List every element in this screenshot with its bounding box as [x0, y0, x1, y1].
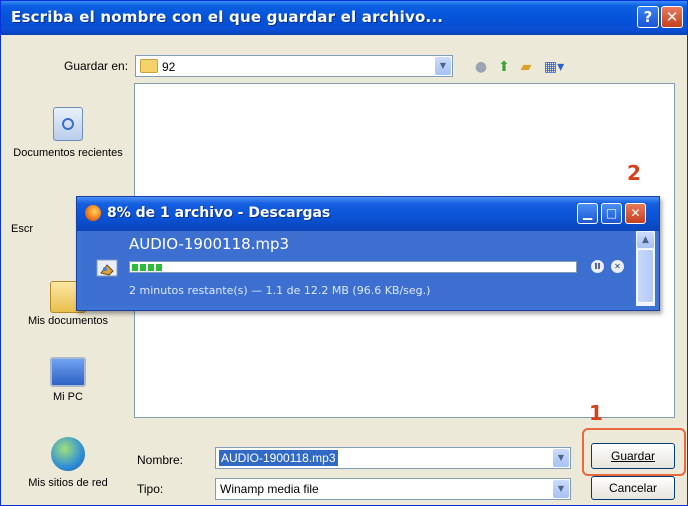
save-button[interactable]: Guardar	[591, 443, 675, 469]
progress-segment	[140, 264, 146, 271]
help-button[interactable]: ?	[637, 6, 659, 28]
minimize-button[interactable]: ▁	[577, 203, 598, 224]
my-computer-icon	[50, 357, 86, 387]
filetype-select[interactable]: Winamp media file ▼	[215, 478, 571, 500]
downloads-window: 8% de 1 archivo - Descargas ▁ □ ✕ AUDIO-…	[76, 196, 660, 311]
save-in-combo[interactable]: 92 ▼	[135, 55, 453, 77]
place-label: Mis documentos	[27, 315, 109, 327]
save-in-label: Guardar en:	[64, 59, 129, 73]
downloads-title: 8% de 1 archivo - Descargas	[107, 205, 331, 221]
download-item[interactable]: AUDIO-1900118.mp3 II ✕ 2 minutos restant…	[81, 231, 634, 306]
folder-icon	[140, 59, 158, 73]
annotation-marker-1: 1	[589, 401, 603, 425]
recent-documents-icon	[53, 107, 83, 141]
scroll-thumb[interactable]	[637, 249, 654, 303]
download-status: 2 minutos restante(s) — 1.1 de 12.2 MB (…	[129, 284, 431, 297]
download-file-name: AUDIO-1900118.mp3	[129, 235, 290, 253]
progress-segment	[148, 264, 154, 271]
place-label: Mi PC	[53, 391, 83, 403]
audio-file-icon	[96, 259, 118, 277]
place-my-computer[interactable]: Mi PC	[9, 357, 127, 403]
download-progress-bar	[129, 261, 577, 273]
place-network[interactable]: Mis sitios de red	[9, 437, 127, 489]
firefox-icon	[85, 205, 101, 221]
filetype-label: Tipo:	[137, 482, 164, 496]
save-in-value: 92	[140, 59, 175, 74]
progress-segment	[132, 264, 138, 271]
filename-input[interactable]: AUDIO-1900118.mp3 ▼	[215, 447, 571, 469]
dialog-titlebar[interactable]: Escriba el nombre con el que guardar el …	[1, 1, 687, 35]
maximize-button[interactable]: □	[601, 203, 622, 224]
save-in-folder-name: 92	[162, 60, 176, 74]
close-button[interactable]: ✕	[625, 203, 646, 224]
cancel-button[interactable]: Cancelar	[591, 476, 675, 500]
back-icon[interactable]: ●	[472, 58, 490, 76]
place-label: Documentos recientes	[13, 147, 123, 159]
up-folder-icon[interactable]: ⬆	[495, 58, 513, 76]
progress-segment	[156, 264, 162, 271]
place-label: Mis sitios de red	[28, 477, 108, 489]
close-button[interactable]: ✕	[661, 6, 683, 28]
cancel-icon[interactable]: ✕	[611, 260, 624, 273]
downloads-titlebar[interactable]: 8% de 1 archivo - Descargas ▁ □ ✕	[77, 197, 659, 231]
new-folder-icon[interactable]: ▰	[517, 58, 535, 76]
scroll-up-icon[interactable]: ▲	[637, 232, 654, 248]
network-places-icon	[51, 437, 85, 471]
filename-value: AUDIO-1900118.mp3	[219, 450, 338, 466]
annotation-marker-2: 2	[627, 161, 641, 185]
filename-label: Nombre:	[137, 453, 184, 467]
place-label: Escr	[11, 223, 33, 235]
view-menu-icon[interactable]: ▦▾	[541, 58, 567, 76]
downloads-scrollbar[interactable]: ▲	[636, 231, 655, 306]
filetype-value: Winamp media file	[220, 482, 319, 496]
dialog-title: Escriba el nombre con el que guardar el …	[11, 8, 444, 26]
chevron-down-icon[interactable]: ▼	[553, 480, 569, 498]
pause-icon[interactable]: II	[591, 260, 604, 273]
chevron-down-icon[interactable]: ▼	[435, 57, 451, 75]
chevron-down-icon[interactable]: ▼	[553, 449, 569, 467]
place-recent-documents[interactable]: Documentos recientes	[9, 107, 127, 160]
